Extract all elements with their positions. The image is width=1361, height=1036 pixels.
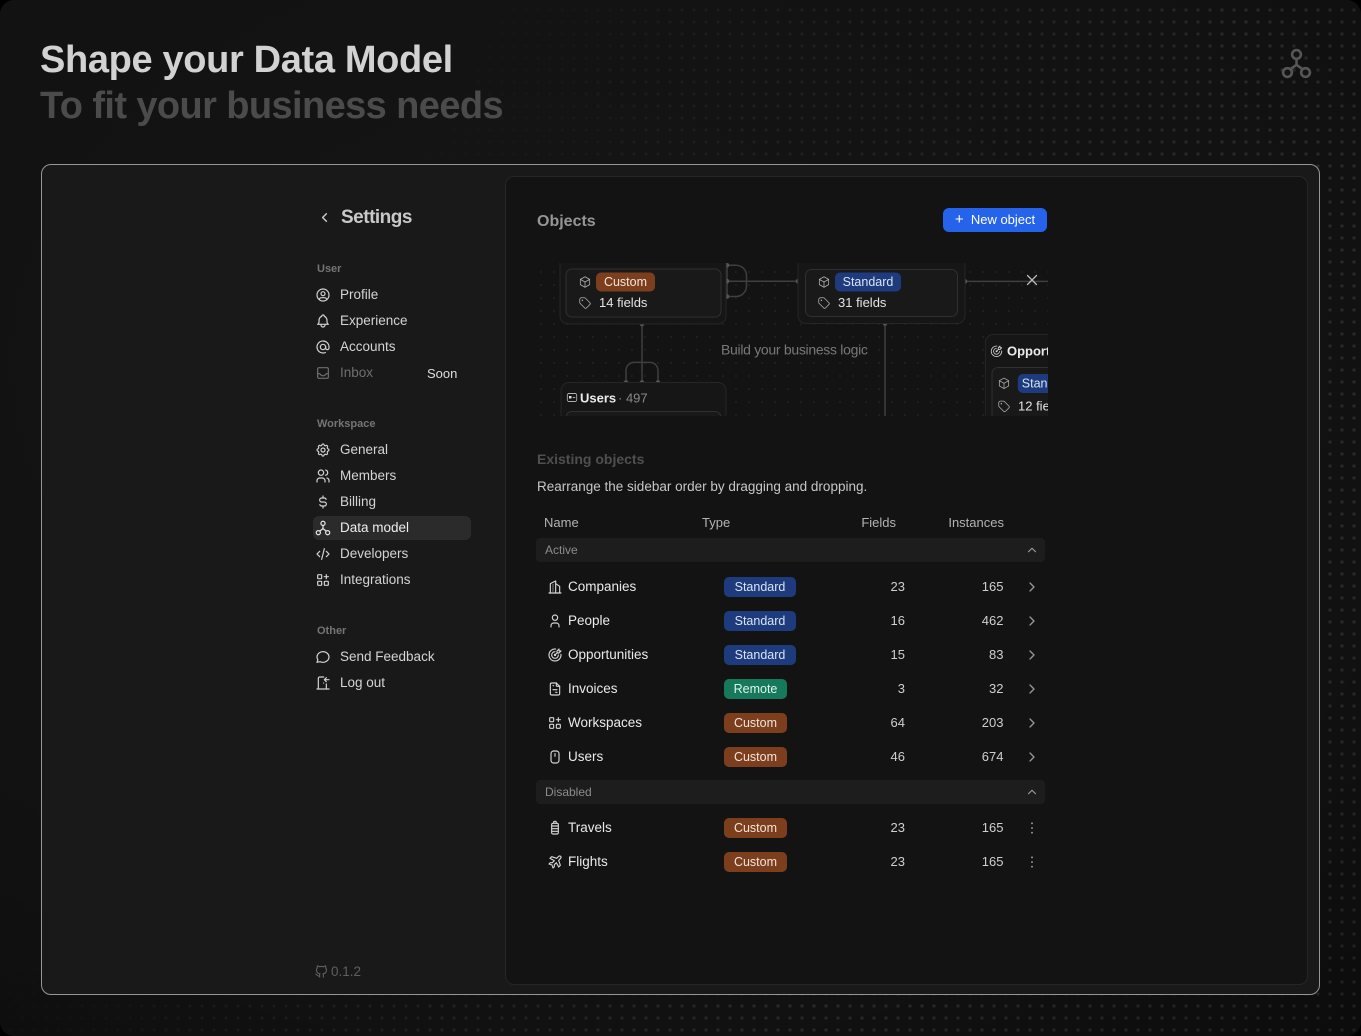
svg-text:31 fields: 31 fields — [838, 295, 887, 310]
svg-text:Custom: Custom — [604, 275, 647, 289]
svg-text:14 fields: 14 fields — [599, 295, 648, 310]
svg-text:Opportunities: Opportunities — [1007, 344, 1048, 359]
svg-text:· 497: · 497 — [618, 391, 648, 406]
svg-text:Standard: Standard — [1022, 377, 1048, 391]
svg-text:Build your business logic: Build your business logic — [721, 342, 868, 358]
svg-text:12 fields: 12 fields — [1018, 399, 1048, 414]
svg-text:Users: Users — [580, 391, 616, 406]
svg-text:Standard: Standard — [843, 275, 894, 289]
